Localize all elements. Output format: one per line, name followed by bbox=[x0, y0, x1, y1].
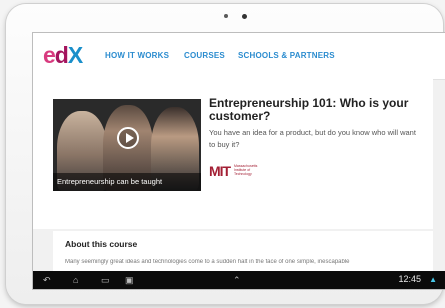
about-title: About this course bbox=[65, 239, 138, 249]
screenshot-icon[interactable]: ▣ bbox=[125, 275, 134, 285]
up-arrow-icon[interactable]: ⌃ bbox=[233, 275, 241, 285]
site-header: edX HOW IT WORKS COURSES SCHOOLS & PARTN… bbox=[33, 33, 445, 80]
mit-logo[interactable]: MIT Massachusetts Institute of Technolog… bbox=[209, 161, 269, 179]
about-text: Many seemingly great ideas and technolog… bbox=[65, 259, 350, 265]
system-navigation-bar: ↶ ⌂ ▭ ▣ ⌃ 12:45 ▲ bbox=[33, 271, 445, 289]
front-sensor bbox=[224, 14, 228, 18]
course-description: You have an idea for a product, but do y… bbox=[209, 128, 416, 149]
back-icon[interactable]: ↶ bbox=[43, 275, 51, 285]
nav-how-it-works[interactable]: HOW IT WORKS bbox=[105, 51, 169, 60]
home-icon[interactable]: ⌂ bbox=[73, 275, 78, 285]
signal-icon: ▲ bbox=[429, 275, 437, 284]
play-icon[interactable] bbox=[117, 127, 139, 149]
nav-schools-partners[interactable]: SCHOOLS & PARTNERS bbox=[238, 51, 335, 60]
course-title: Entrepreneurship 101: Who is your custom… bbox=[209, 96, 409, 123]
nav-courses[interactable]: COURSES bbox=[184, 51, 225, 60]
recent-apps-icon[interactable]: ▭ bbox=[101, 275, 110, 285]
video-caption: Entrepreneurship can be taught bbox=[53, 173, 201, 191]
course-card: Entrepreneurship can be taught Entrepren… bbox=[33, 79, 433, 229]
tablet-screen: edX HOW IT WORKS COURSES SCHOOLS & PARTN… bbox=[32, 32, 445, 290]
course-video[interactable]: Entrepreneurship can be taught bbox=[53, 99, 201, 191]
edx-logo[interactable]: edX bbox=[43, 42, 83, 69]
clock: 12:45 bbox=[398, 274, 421, 284]
front-camera bbox=[242, 14, 247, 19]
tablet-frame: edX HOW IT WORKS COURSES SCHOOLS & PARTN… bbox=[6, 4, 445, 304]
